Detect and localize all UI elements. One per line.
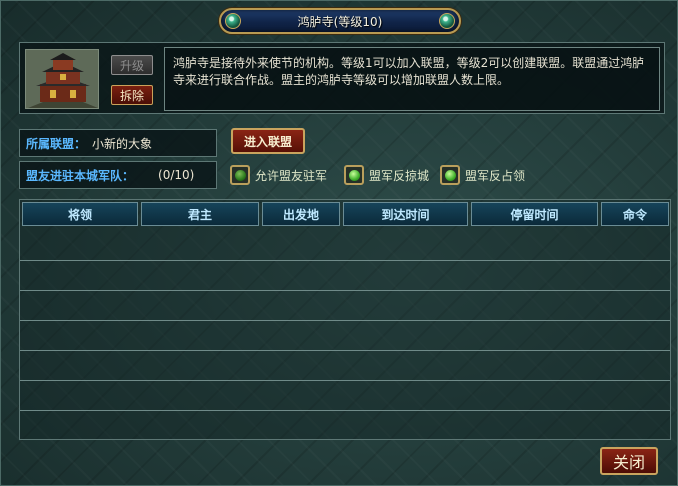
ally-counter-raid-checkbox[interactable]: 盟军反掠城 [344, 164, 429, 186]
embassy-window: 鸿胪寺(等级10) 升级 拆除 鸿胪寺是接待外来使节的机构。等级1可以加入联盟，… [0, 0, 678, 486]
checkbox-label: 盟军反占领 [465, 168, 526, 183]
allow-ally-garrison-checkbox[interactable]: 允许盟友驻军 [230, 164, 327, 186]
ally-counter-occupy-checkbox[interactable]: 盟军反占领 [440, 164, 525, 186]
building-info-panel: 升级 拆除 鸿胪寺是接待外来使节的机构。等级1可以加入联盟，等级2可以创建联盟。… [19, 42, 665, 114]
window-title: 鸿胪寺(等级10) [297, 14, 383, 29]
table-row-divider [20, 350, 670, 351]
table-row-divider [20, 320, 670, 321]
alliance-label: 所属联盟： [26, 136, 87, 151]
title-bar: 鸿胪寺(等级10) [219, 8, 461, 34]
building-description: 鸿胪寺是接待外来使节的机构。等级1可以加入联盟，等级2可以创建联盟。联盟通过鸿胪… [164, 47, 660, 111]
demolish-button[interactable]: 拆除 [111, 85, 153, 105]
alliance-name: 小新的大象 [92, 136, 153, 151]
checkbox-box [230, 165, 250, 185]
checkbox-box [344, 165, 364, 185]
column-header-stay-time[interactable]: 停留时间 [471, 202, 598, 226]
checkbox-label: 允许盟友驻军 [255, 168, 328, 183]
column-header-general[interactable]: 将领 [22, 202, 138, 226]
title-orb-right-icon [439, 13, 455, 29]
garrison-count: (0/10) [158, 168, 195, 182]
title-orb-left-icon [225, 13, 241, 29]
column-header-origin[interactable]: 出发地 [262, 202, 340, 226]
checkbox-label: 盟军反掠城 [369, 168, 430, 183]
garrison-info: 盟友进驻本城军队： (0/10) [19, 161, 217, 189]
checkbox-dot-icon [348, 169, 360, 181]
table-row-divider [20, 290, 670, 291]
column-header-lord[interactable]: 君主 [141, 202, 259, 226]
garrison-label: 盟友进驻本城军队： [26, 168, 135, 183]
table-row-divider [20, 410, 670, 411]
column-header-arrival-time[interactable]: 到达时间 [343, 202, 468, 226]
alliance-info: 所属联盟： 小新的大象 [19, 129, 217, 157]
checkbox-dot-icon [444, 169, 456, 181]
table-header: 将领 君主 出发地 到达时间 停留时间 命令 [20, 200, 670, 228]
table-row-divider [20, 380, 670, 381]
close-button[interactable]: 关闭 [600, 447, 658, 475]
column-header-command[interactable]: 命令 [601, 202, 669, 226]
building-thumbnail-icon [25, 49, 99, 109]
checkbox-dot-icon [234, 169, 246, 181]
checkbox-box [440, 165, 460, 185]
garrison-table: 将领 君主 出发地 到达时间 停留时间 命令 [19, 199, 671, 440]
upgrade-button[interactable]: 升级 [111, 55, 153, 75]
join-alliance-button[interactable]: 进入联盟 [231, 128, 305, 154]
table-row-divider [20, 260, 670, 261]
